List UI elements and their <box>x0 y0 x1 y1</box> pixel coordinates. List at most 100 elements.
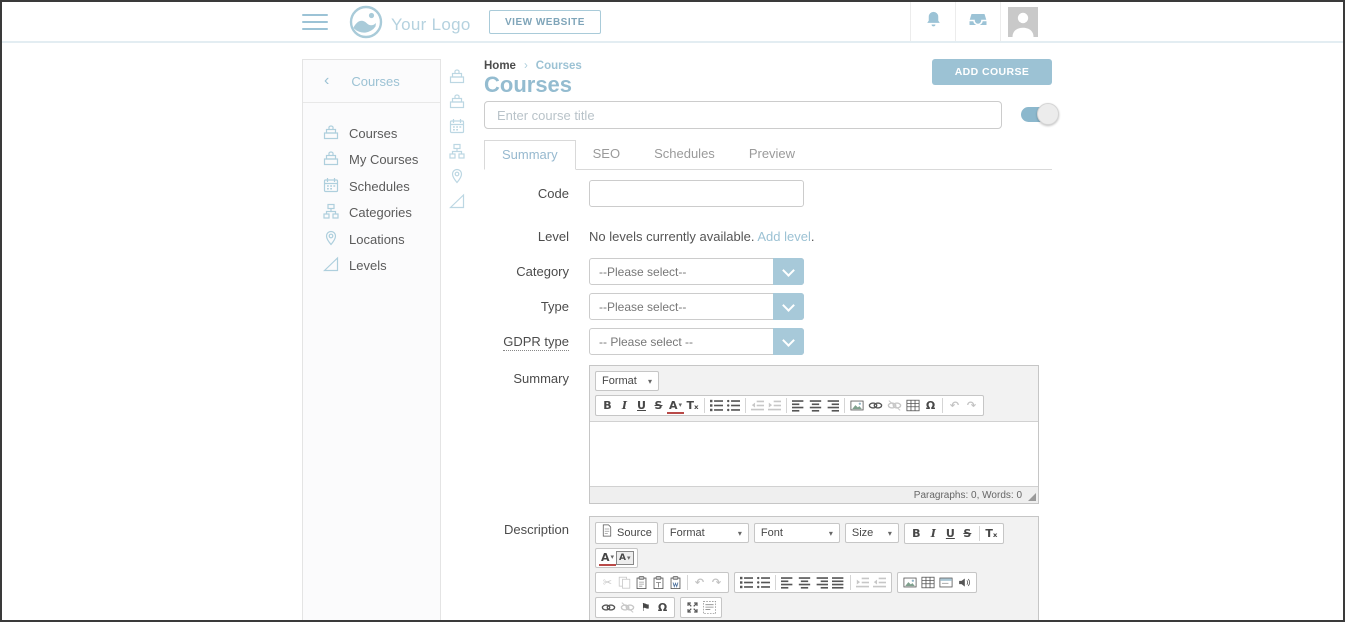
courses-icon[interactable] <box>449 68 465 84</box>
align-center-button[interactable] <box>807 397 824 414</box>
add-level-link[interactable]: Add level <box>757 229 810 244</box>
size-dropdown[interactable]: Size▾ <box>845 523 899 543</box>
category-select[interactable]: --Please select-- <box>589 258 804 285</box>
anchor-button[interactable]: ⚑ <box>637 599 654 616</box>
align-justify-button[interactable] <box>830 574 847 591</box>
maximize-button[interactable] <box>684 599 701 616</box>
breadcrumb-current[interactable]: Courses <box>536 60 582 72</box>
level-row: Level No levels currently available. Add… <box>472 223 814 244</box>
map-pin-icon[interactable] <box>449 168 465 184</box>
user-avatar[interactable] <box>1008 7 1038 37</box>
outdent-button <box>749 397 766 414</box>
align-right-button[interactable] <box>813 574 830 591</box>
tab-seo[interactable]: SEO <box>576 140 637 170</box>
logo-text: Your Logo <box>391 15 471 35</box>
table-button[interactable] <box>919 574 937 591</box>
align-right-button[interactable] <box>824 397 841 414</box>
levels-icon[interactable] <box>449 193 465 209</box>
format-dropdown[interactable]: Format▾ <box>663 523 749 543</box>
paste-button[interactable] <box>633 574 650 591</box>
special-char-button[interactable]: Ω <box>654 599 671 616</box>
sidebar-item-courses[interactable]: Courses <box>303 120 440 147</box>
hamburger-menu-icon[interactable] <box>302 14 328 30</box>
tab-summary[interactable]: Summary <box>484 140 576 170</box>
italic-button[interactable]: I <box>616 397 633 414</box>
sidebar-title: Courses <box>351 74 399 89</box>
sidebar-item-locations[interactable]: Locations <box>303 226 440 253</box>
sidebar-item-label: Schedules <box>349 179 410 194</box>
tab-preview[interactable]: Preview <box>732 140 812 170</box>
strikethrough-button[interactable]: S <box>650 397 667 414</box>
category-row: Category --Please select-- <box>472 258 804 285</box>
source-button[interactable]: Source <box>595 522 658 544</box>
topbar-divider <box>1000 2 1001 41</box>
audio-button[interactable] <box>955 574 973 591</box>
align-left-button[interactable] <box>779 574 796 591</box>
type-label: Type <box>472 293 569 320</box>
courses-icon[interactable] <box>449 93 465 109</box>
chevron-down-icon <box>773 258 804 285</box>
image-button[interactable] <box>901 574 919 591</box>
paste-text-button[interactable] <box>650 574 667 591</box>
paste-word-button[interactable] <box>667 574 684 591</box>
chevron-right-icon: › <box>524 60 528 72</box>
inbox-button[interactable] <box>956 2 1000 41</box>
image-button[interactable] <box>848 397 866 414</box>
iframe-button[interactable] <box>937 574 955 591</box>
gdpr-select[interactable]: -- Please select -- <box>589 328 804 355</box>
format-dropdown[interactable]: Format▾ <box>595 371 659 391</box>
calendar-icon <box>323 177 339 196</box>
sidebar-item-label: Courses <box>349 126 397 141</box>
bold-button[interactable]: B <box>599 397 616 414</box>
breadcrumb-home[interactable]: Home <box>484 60 516 72</box>
sidebar-back[interactable]: ‹ Courses <box>303 60 440 103</box>
sidebar-item-my-courses[interactable]: My Courses <box>303 147 440 174</box>
sidebar-item-levels[interactable]: Levels <box>303 253 440 280</box>
underline-button[interactable]: U <box>942 525 959 542</box>
type-select[interactable]: --Please select-- <box>589 293 804 320</box>
topbar: Your Logo VIEW WEBSITE <box>2 2 1343 43</box>
remove-format-button[interactable]: Tₓ <box>983 525 1000 542</box>
sitemap-icon <box>323 203 339 222</box>
special-char-button[interactable]: Ω <box>922 397 939 414</box>
font-dropdown[interactable]: Font▾ <box>754 523 840 543</box>
add-course-button[interactable]: ADD COURSE <box>932 59 1052 85</box>
sidebar-item-categories[interactable]: Categories <box>303 200 440 227</box>
bg-color-button[interactable]: A▾ <box>616 551 633 565</box>
bulleted-list-button[interactable] <box>725 397 742 414</box>
numbered-list-button[interactable] <box>738 574 755 591</box>
sidebar-item-schedules[interactable]: Schedules <box>303 173 440 200</box>
resize-handle[interactable] <box>1028 493 1036 501</box>
description-row: Description Source Format▾ Font▾ <box>472 516 1039 622</box>
notifications-button[interactable] <box>911 2 955 41</box>
numbered-list-button[interactable] <box>708 397 725 414</box>
calendar-icon[interactable] <box>449 118 465 134</box>
remove-format-button[interactable]: Tₓ <box>684 397 701 414</box>
undo-button: ↶ <box>946 397 963 414</box>
strikethrough-button[interactable]: S <box>959 525 976 542</box>
italic-button[interactable]: I <box>925 525 942 542</box>
bulleted-list-button[interactable] <box>755 574 772 591</box>
summary-editor-body[interactable] <box>590 422 1038 486</box>
show-blocks-button[interactable] <box>701 599 718 616</box>
icon-rail <box>442 59 472 620</box>
table-button[interactable] <box>904 397 922 414</box>
align-left-button[interactable] <box>790 397 807 414</box>
code-input[interactable] <box>589 180 804 207</box>
word-count: Paragraphs: 0, Words: 0 <box>914 490 1022 501</box>
logo[interactable]: Your Logo <box>349 5 471 44</box>
text-color-button[interactable]: A▾ <box>599 551 616 566</box>
tab-schedules[interactable]: Schedules <box>637 140 732 170</box>
underline-button[interactable]: U <box>633 397 650 414</box>
align-center-button[interactable] <box>796 574 813 591</box>
courses-icon <box>323 150 339 169</box>
bold-button[interactable]: B <box>908 525 925 542</box>
course-title-input[interactable] <box>484 101 1002 129</box>
link-button[interactable] <box>866 397 885 414</box>
active-toggle[interactable] <box>1021 107 1055 122</box>
view-website-button[interactable]: VIEW WEBSITE <box>489 10 601 34</box>
sitemap-icon[interactable] <box>449 143 465 159</box>
link-button[interactable] <box>599 599 618 616</box>
combo-arrow-icon: ▾ <box>888 529 892 538</box>
text-color-button[interactable]: A▾ <box>667 399 684 414</box>
